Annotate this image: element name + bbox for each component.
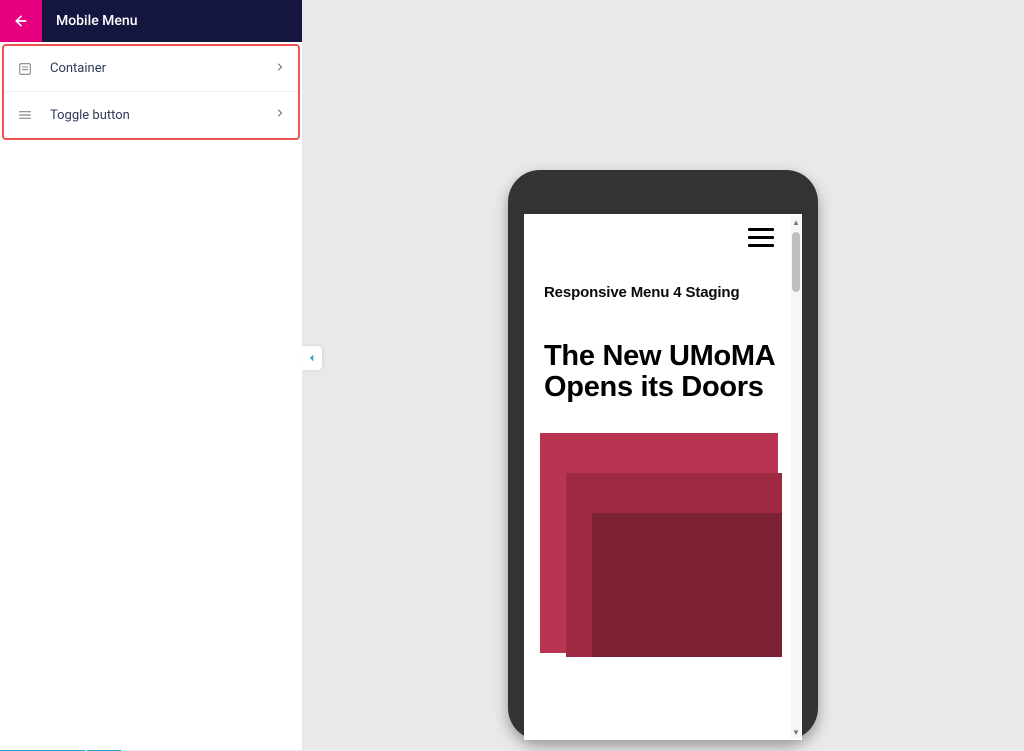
- chevron-right-icon: [274, 61, 286, 77]
- option-container[interactable]: Container: [4, 46, 298, 92]
- sidebar-title: Mobile Menu: [42, 13, 138, 29]
- hamburger-icon: [16, 106, 34, 124]
- site-tagline: Responsive Menu 4 Staging: [544, 284, 782, 303]
- arrow-left-icon: [13, 13, 29, 29]
- phone-frame: ▲ ▼ Responsive Menu 4 Staging The New UM…: [508, 170, 818, 740]
- hero-title: The New UMoMA Opens its Doors: [544, 341, 782, 404]
- hero-graphic: [540, 433, 778, 653]
- preview-area: ▲ ▼ Responsive Menu 4 Staging The New UM…: [302, 0, 1024, 750]
- sidebar: Mobile Menu Container Toggle button: [0, 0, 302, 750]
- phone-content: Responsive Menu 4 Staging The New UMoMA …: [524, 214, 802, 740]
- collapse-sidebar-handle[interactable]: [302, 346, 322, 370]
- options-list-highlight: Container Toggle button: [2, 44, 300, 140]
- chevron-right-icon: [274, 107, 286, 123]
- back-button[interactable]: [0, 0, 42, 42]
- option-label: Container: [50, 61, 274, 76]
- sidebar-header: Mobile Menu: [0, 0, 302, 42]
- container-icon: [16, 60, 34, 78]
- option-toggle-button[interactable]: Toggle button: [4, 92, 298, 138]
- chevron-left-icon: [307, 353, 317, 363]
- phone-screen: ▲ ▼ Responsive Menu 4 Staging The New UM…: [524, 214, 802, 740]
- mobile-menu-toggle[interactable]: [748, 228, 774, 252]
- option-label: Toggle button: [50, 108, 274, 123]
